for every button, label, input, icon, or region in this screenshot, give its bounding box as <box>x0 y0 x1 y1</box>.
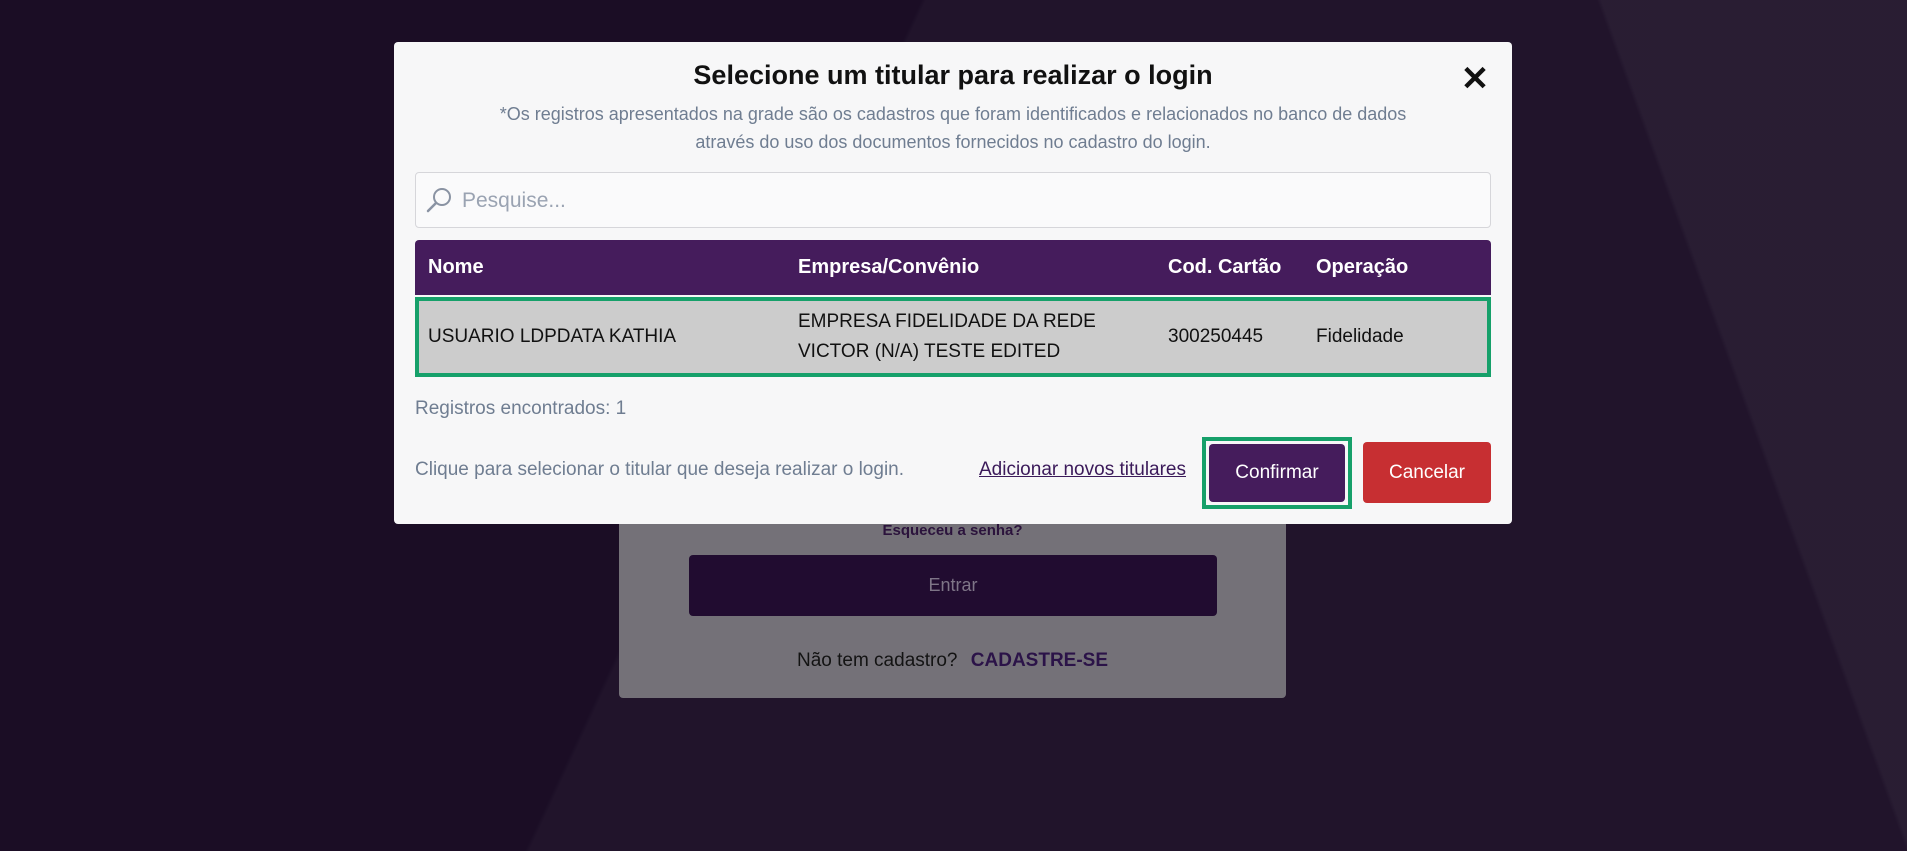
header-nome: Nome <box>428 256 484 278</box>
search-input[interactable] <box>460 173 1480 229</box>
cancel-button[interactable]: Cancelar <box>1363 442 1491 503</box>
header-cartao: Cod. Cartão <box>1168 256 1282 278</box>
cell-empresa-line1: EMPRESA FIDELIDADE DA REDE <box>798 311 1096 332</box>
add-holders-link[interactable]: Adicionar novos titulares <box>979 459 1186 481</box>
confirm-button[interactable]: Confirmar <box>1209 444 1345 502</box>
search-box <box>415 172 1491 229</box>
holders-table: Nome Empresa/Convênio Cod. Cartão Operaç… <box>415 240 1491 377</box>
records-count: Registros encontrados: 1 <box>415 398 627 419</box>
table-row[interactable]: USUARIO LDPDATA KATHIA EMPRESA FIDELIDAD… <box>415 297 1491 377</box>
modal-subtitle: *Os registros apresentados na grade são … <box>499 104 1407 152</box>
cell-empresa: EMPRESA FIDELIDADE DA REDE VICTOR (N/A) … <box>798 307 1096 367</box>
modal-title: Selecione um titular para realizar o log… <box>693 60 1213 90</box>
search-icon <box>426 188 451 213</box>
close-icon[interactable]: ✕ <box>1458 62 1492 96</box>
header-empresa: Empresa/Convênio <box>798 256 980 278</box>
header-operacao: Operação <box>1316 256 1409 278</box>
cell-operacao: Fidelidade <box>1316 326 1404 347</box>
cell-empresa-line2: VICTOR (N/A) TESTE EDITED <box>798 341 1061 362</box>
cell-cartao: 300250445 <box>1168 326 1264 347</box>
table-header: Nome Empresa/Convênio Cod. Cartão Operaç… <box>415 240 1491 295</box>
select-holder-modal: Selecione um titular para realizar o log… <box>394 42 1512 524</box>
confirm-highlight: Confirmar <box>1202 437 1352 509</box>
cell-nome: USUARIO LDPDATA KATHIA <box>428 326 677 347</box>
selection-hint: Clique para selecionar o titular que des… <box>415 459 905 480</box>
